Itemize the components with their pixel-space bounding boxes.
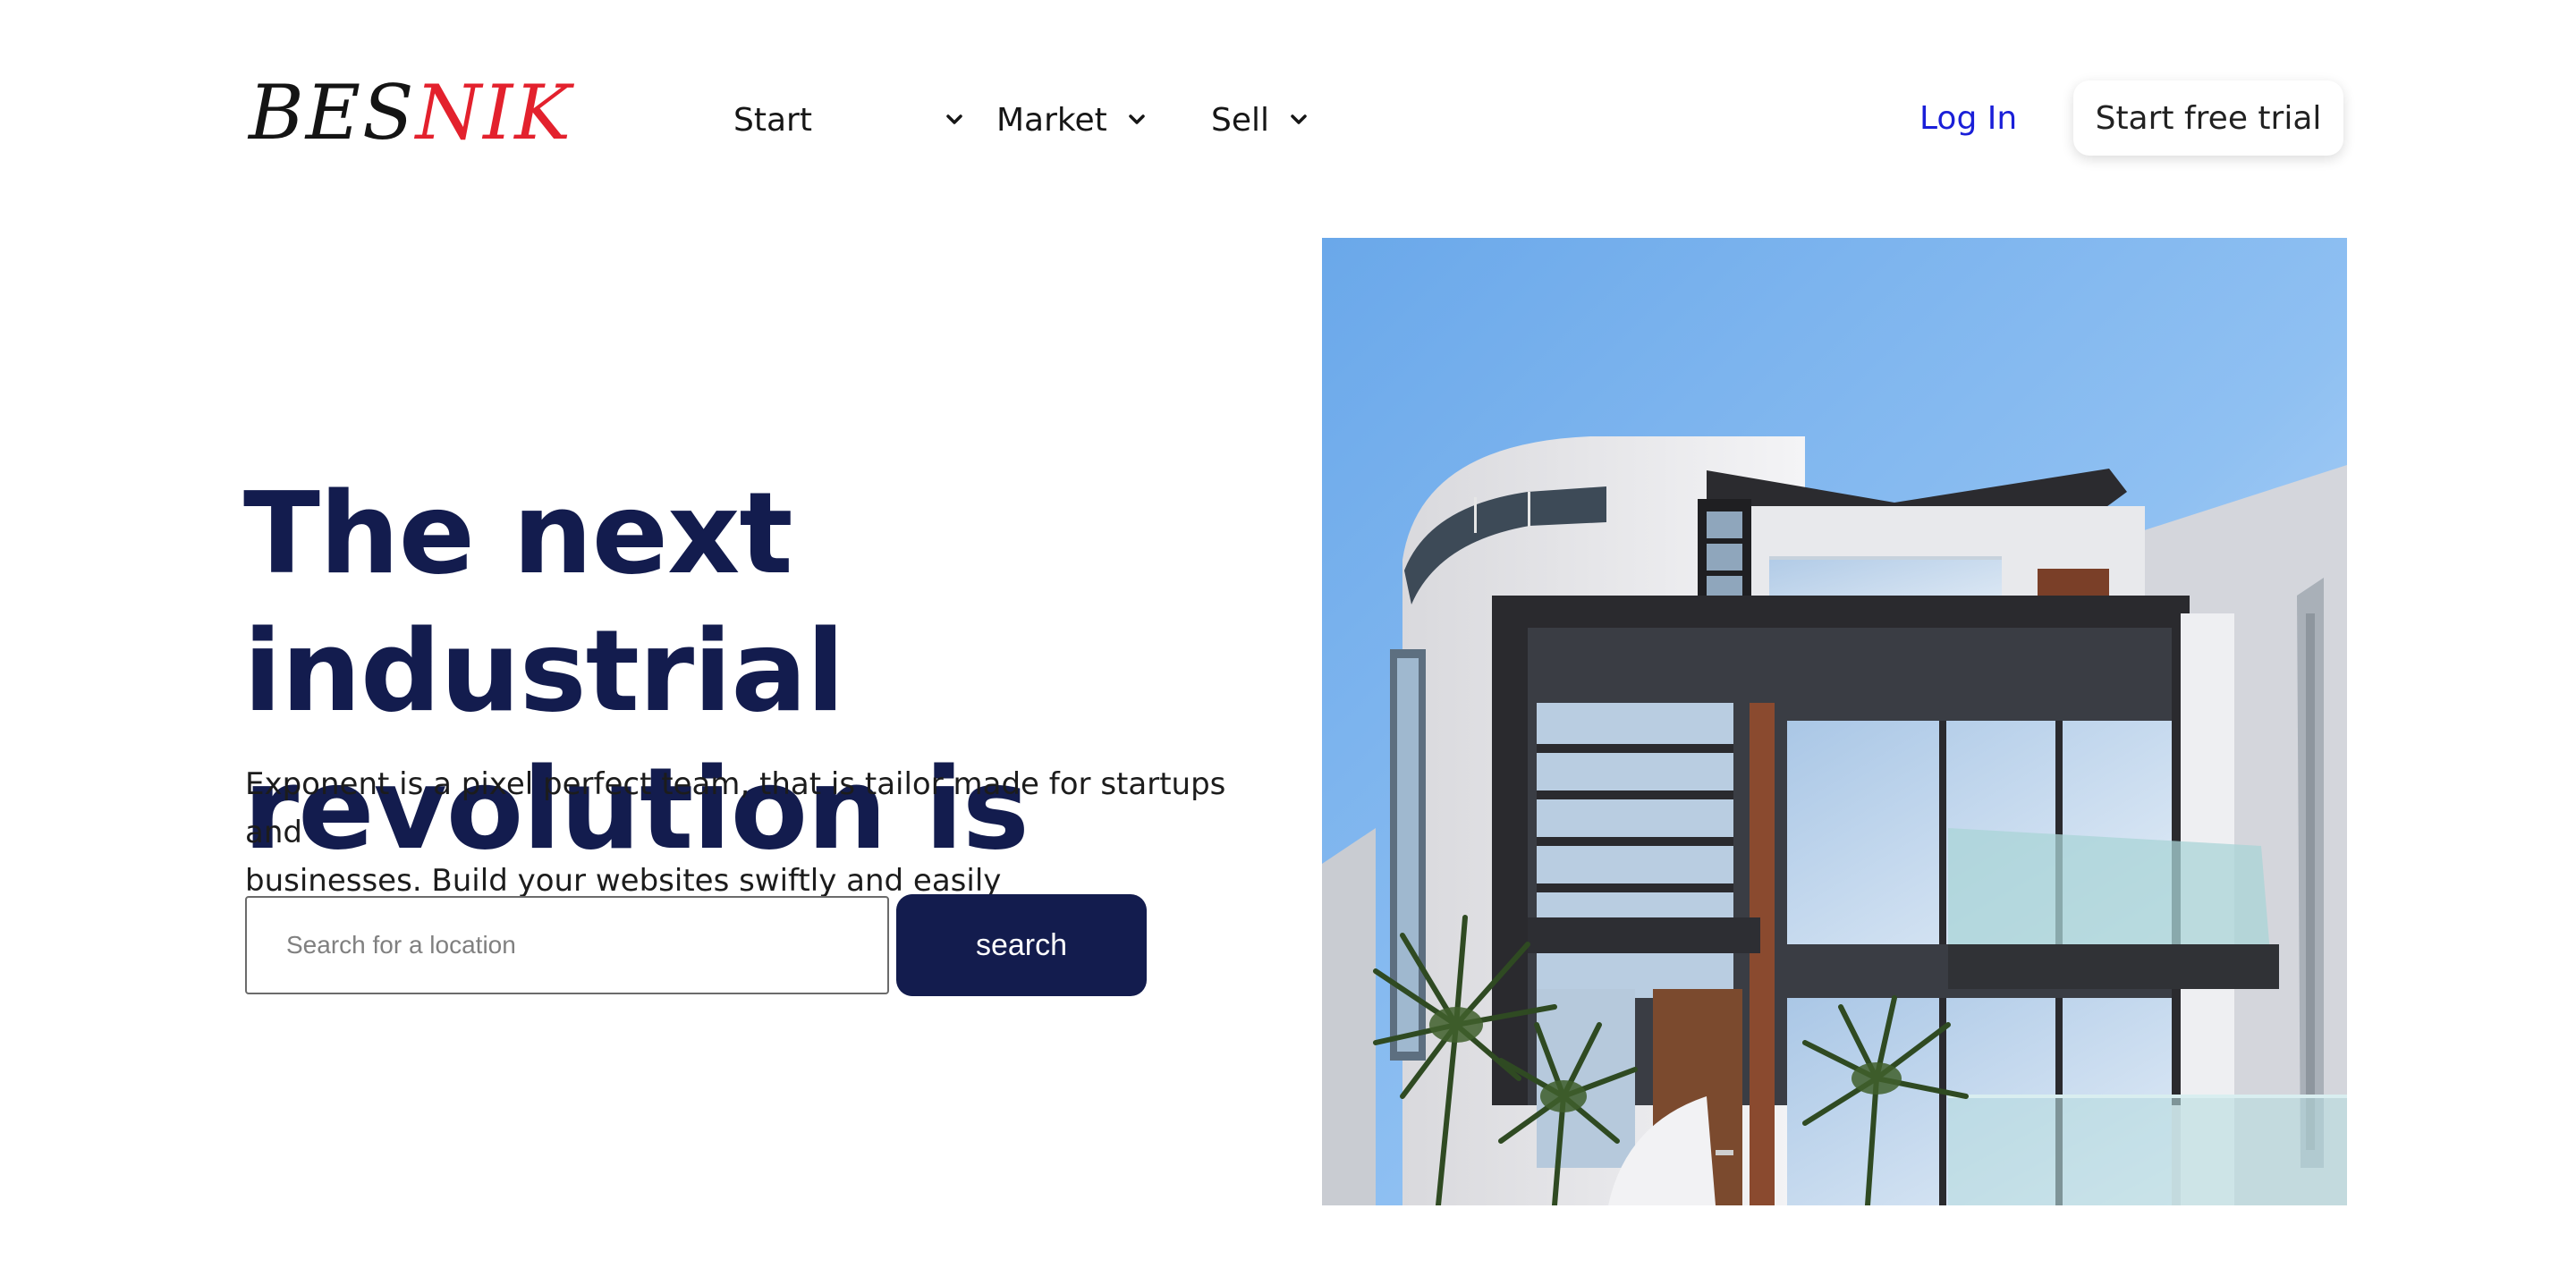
- hero-description-line: Exponent is a pixel perfect team, that i…: [245, 766, 1226, 850]
- chevron-down-icon: [946, 114, 962, 124]
- logo-text-part2: NIK: [415, 69, 573, 156]
- logo-text-part1: BES: [249, 69, 416, 156]
- chevron-down-icon: [1291, 114, 1307, 124]
- nav-item-label: Sell: [1211, 101, 1270, 139]
- chevron-down-icon: [1129, 114, 1145, 124]
- house-illustration: [1322, 238, 2347, 1205]
- nav-item-label: Start: [733, 101, 812, 139]
- hero-description-line: businesses. Build your websites swiftly …: [245, 863, 1002, 899]
- nav-item-label: Market: [996, 101, 1107, 139]
- hero-house-image: [1322, 238, 2347, 1205]
- hero-title-line: The next industrial: [243, 468, 845, 737]
- hero-description: Exponent is a pixel perfect team, that i…: [245, 760, 1274, 905]
- location-search-input[interactable]: [245, 896, 889, 994]
- nav-item-sell[interactable]: Sell: [1211, 97, 1309, 143]
- start-free-trial-button[interactable]: Start free trial: [2073, 80, 2343, 156]
- search-button[interactable]: search: [896, 894, 1147, 996]
- nav-item-start[interactable]: Start: [733, 97, 964, 143]
- nav-item-market[interactable]: Market: [996, 97, 1147, 143]
- login-link[interactable]: Log In: [1919, 97, 2017, 141]
- brand-logo[interactable]: BESNIK: [249, 70, 572, 156]
